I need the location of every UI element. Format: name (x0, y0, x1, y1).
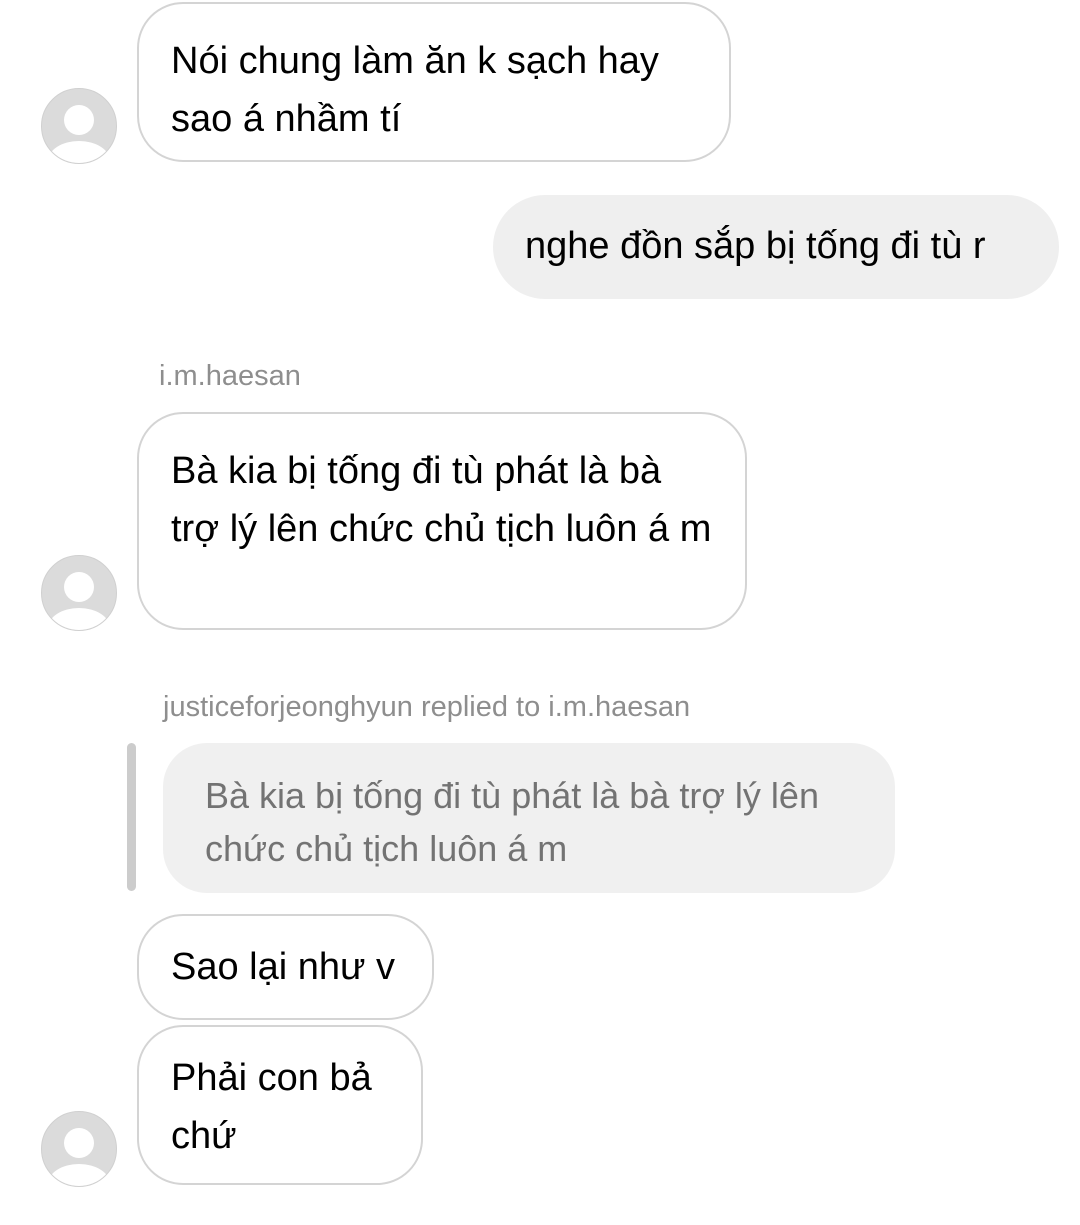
quoted-message-bubble[interactable]: Bà kia bị tống đi tù phát là bà trợ lý l… (163, 743, 895, 893)
avatar-head-shape (64, 1128, 94, 1158)
avatar-head-shape (64, 105, 94, 135)
avatar[interactable] (41, 555, 117, 631)
sender-name: i.m.haesan (159, 360, 301, 392)
reply-indicator-bar (127, 743, 136, 891)
avatar-body-shape (48, 608, 110, 630)
outgoing-message-bubble[interactable]: nghe đồn sắp bị tống đi tù r (493, 195, 1059, 299)
avatar-head-shape (64, 572, 94, 602)
reply-label: justiceforjeonghyun replied to i.m.haesa… (163, 691, 691, 723)
avatar[interactable] (41, 1111, 117, 1187)
incoming-message-bubble[interactable]: Nói chung làm ăn k sạch hay sao á nhầm t… (137, 2, 731, 162)
incoming-message-bubble[interactable]: Bà kia bị tống đi tù phát là bà trợ lý l… (137, 412, 747, 630)
incoming-message-bubble[interactable]: Phải con bả chứ (137, 1025, 423, 1185)
avatar[interactable] (41, 88, 117, 164)
avatar-body-shape (48, 141, 110, 163)
incoming-message-bubble[interactable]: Sao lại như v (137, 914, 434, 1020)
avatar-body-shape (48, 1164, 110, 1186)
